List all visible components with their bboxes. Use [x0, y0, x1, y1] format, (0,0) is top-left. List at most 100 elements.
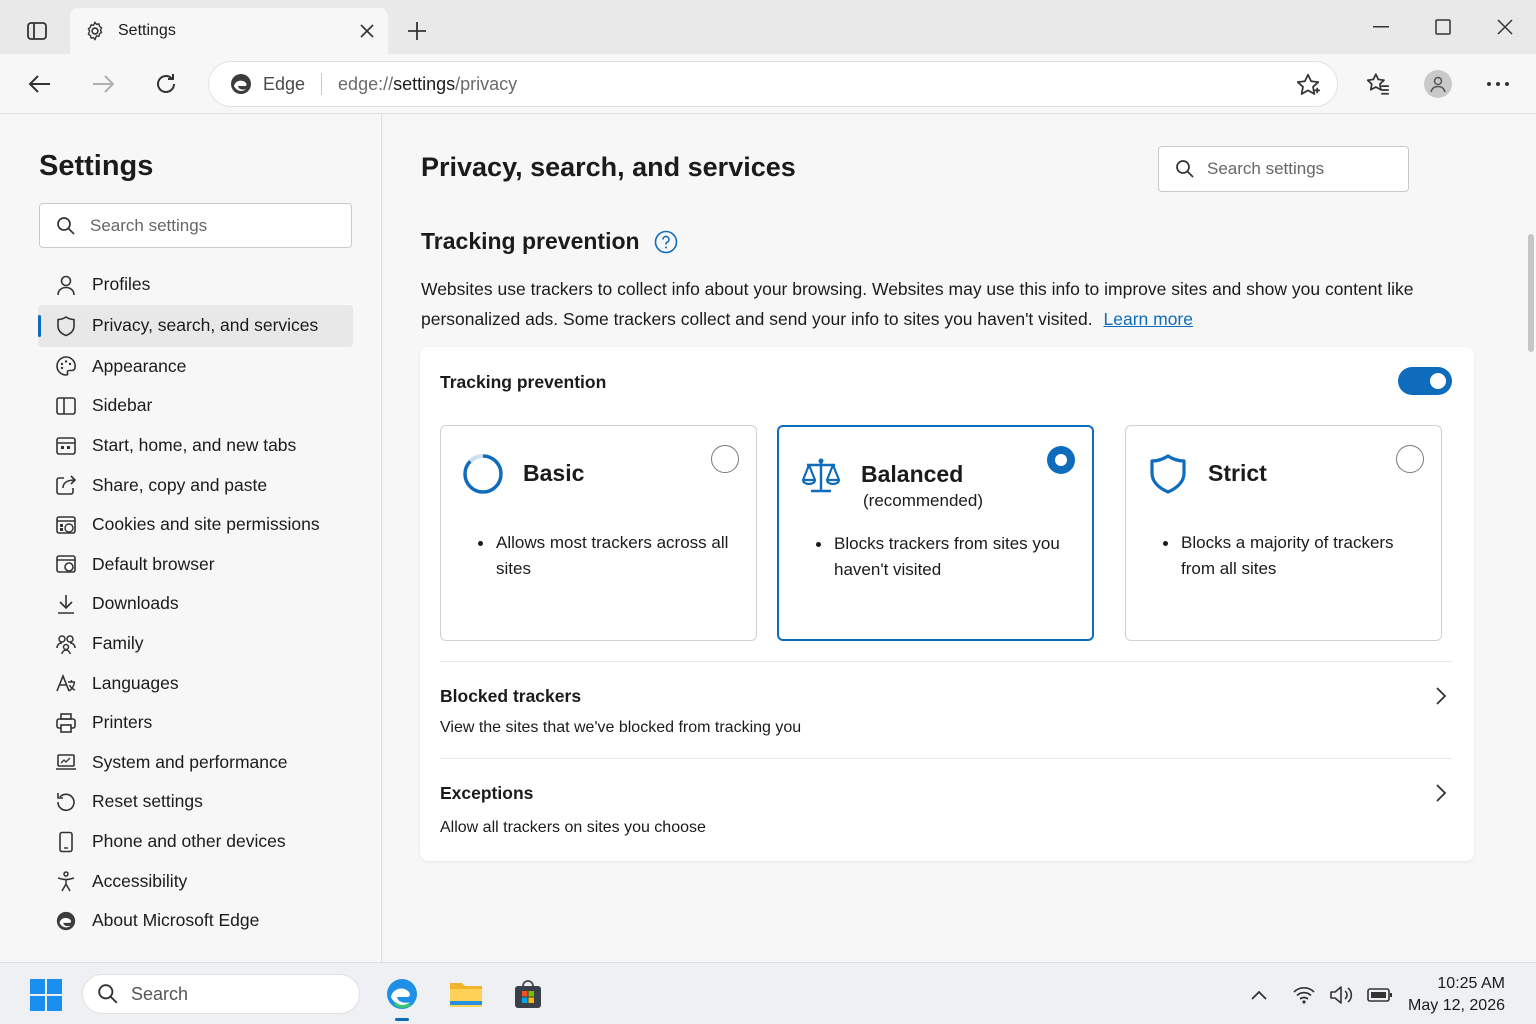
sidebar-item-languages[interactable]: Languages	[38, 663, 353, 703]
sidebar-item-reset[interactable]: Reset settings	[38, 782, 353, 822]
close-tab-icon[interactable]	[352, 16, 382, 46]
settings-main: Privacy, search, and services Search set…	[383, 114, 1536, 962]
option-basic[interactable]: Basic Allows most trackers across all si…	[440, 425, 757, 641]
radio-balanced[interactable]	[1047, 446, 1075, 474]
cookie-icon	[55, 514, 77, 536]
sidebar-item-printers[interactable]: Printers	[38, 703, 353, 743]
refresh-button[interactable]	[146, 64, 186, 104]
favorites-icon[interactable]	[1360, 66, 1396, 102]
file-explorer-icon[interactable]	[447, 975, 485, 1013]
forward-button[interactable]	[83, 64, 123, 104]
sidebar-search-input[interactable]: Search settings	[39, 203, 352, 248]
settings-sidebar: Settings Search settings Profiles Privac…	[0, 114, 382, 962]
new-tab-button[interactable]	[400, 14, 434, 48]
taskbar-search[interactable]: Search	[82, 974, 360, 1014]
address-url: edge://settings/privacy	[338, 73, 518, 94]
sidebar-icon	[55, 395, 77, 417]
sidebar-title: Settings	[39, 150, 154, 182]
edge-taskbar-icon[interactable]	[383, 975, 421, 1021]
learn-more-link[interactable]: Learn more	[1104, 309, 1194, 329]
laptop-icon	[55, 751, 77, 773]
download-icon	[55, 593, 77, 615]
option-name: Basic	[523, 460, 585, 486]
sidebar-nav: Profiles Privacy, search, and services A…	[38, 265, 353, 941]
tab-actions-icon[interactable]	[18, 14, 56, 48]
home-tabs-icon	[55, 435, 77, 457]
option-subtitle: (recommended)	[863, 491, 983, 510]
clock-date: May 12, 2026	[1408, 997, 1505, 1014]
search-icon	[97, 983, 119, 1005]
row-title: Exceptions	[440, 783, 534, 803]
edge-logo-icon	[55, 910, 77, 932]
option-bullet: Blocks trackers from sites you haven't v…	[816, 531, 1074, 583]
radio-basic[interactable]	[711, 445, 739, 473]
shield-icon	[55, 315, 77, 337]
option-name: Balanced	[861, 461, 964, 487]
edge-logo-icon	[229, 72, 253, 96]
page-title: Privacy, search, and services	[421, 152, 796, 182]
languages-icon	[55, 672, 77, 694]
row-description: View the sites that we've blocked from t…	[440, 719, 802, 736]
option-bullet: Allows most trackers across all sites	[478, 530, 736, 582]
browser-icon	[55, 553, 77, 575]
search-icon	[56, 216, 76, 236]
sidebar-item-default-browser[interactable]: Default browser	[38, 545, 353, 585]
main-search-input[interactable]: Search settings	[1158, 146, 1409, 192]
chevron-right-icon	[1430, 783, 1450, 803]
maximize-button[interactable]	[1412, 0, 1474, 54]
wifi-icon[interactable]	[1291, 982, 1317, 1008]
exceptions-row[interactable]: Exceptions Allow all trackers on sites y…	[440, 758, 1452, 858]
favorite-star-icon[interactable]	[1295, 72, 1321, 98]
windows-start-icon[interactable]	[30, 979, 62, 1011]
browser-tab[interactable]: Settings	[70, 8, 388, 54]
phone-icon	[55, 831, 77, 853]
taskbar-clock[interactable]: 10:25 AM May 12, 2026	[1408, 973, 1505, 1017]
microsoft-store-icon[interactable]	[509, 975, 547, 1013]
option-bullet: Blocks a majority of trackers from all s…	[1163, 530, 1421, 582]
section-description: Websites use trackers to collect info ab…	[421, 279, 1414, 329]
search-icon	[1175, 159, 1195, 179]
browser-toolbar: Edge edge://settings/privacy	[0, 54, 1536, 114]
accessibility-icon	[55, 870, 77, 892]
basic-ring-icon	[461, 452, 505, 496]
address-bar[interactable]: Edge edge://settings/privacy	[208, 61, 1338, 107]
sidebar-item-family[interactable]: Family	[38, 624, 353, 664]
sidebar-item-privacy[interactable]: Privacy, search, and services	[38, 304, 353, 347]
help-icon[interactable]	[654, 230, 678, 254]
taskbar: Search 10:25 AM May 12, 2026	[0, 962, 1536, 1024]
option-balanced[interactable]: Balanced (recommended) Blocks trackers f…	[777, 425, 1094, 641]
section-title: Tracking prevention	[421, 228, 678, 255]
sidebar-item-downloads[interactable]: Downloads	[38, 584, 353, 624]
profile-avatar[interactable]	[1420, 66, 1456, 102]
share-icon	[55, 474, 77, 496]
scrollbar[interactable]	[1528, 234, 1534, 352]
sidebar-item-cookies[interactable]: Cookies and site permissions	[38, 505, 353, 545]
chevron-up-icon[interactable]	[1246, 982, 1272, 1008]
person-icon	[55, 274, 77, 296]
back-button[interactable]	[20, 64, 60, 104]
sidebar-item-about[interactable]: About Microsoft Edge	[38, 901, 353, 941]
sidebar-item-profiles[interactable]: Profiles	[38, 265, 353, 305]
more-options-icon[interactable]	[1480, 66, 1516, 102]
clock-time: 10:25 AM	[1437, 975, 1505, 992]
battery-icon[interactable]	[1367, 982, 1393, 1008]
sidebar-item-accessibility[interactable]: Accessibility	[38, 861, 353, 901]
sidebar-item-start-home[interactable]: Start, home, and new tabs	[38, 426, 353, 466]
card-heading: Tracking prevention	[440, 372, 607, 392]
title-bar: Settings	[0, 0, 1536, 54]
radio-strict[interactable]	[1396, 445, 1424, 473]
shield-icon	[1146, 452, 1190, 496]
printer-icon	[55, 712, 77, 734]
sidebar-item-phone[interactable]: Phone and other devices	[38, 822, 353, 862]
sidebar-item-appearance[interactable]: Appearance	[38, 347, 353, 387]
sidebar-item-system[interactable]: System and performance	[38, 743, 353, 783]
gear-icon	[84, 20, 106, 42]
close-window-button[interactable]	[1474, 0, 1536, 54]
option-strict[interactable]: Strict Blocks a majority of trackers fro…	[1125, 425, 1442, 641]
tracking-prevention-toggle[interactable]	[1398, 367, 1452, 395]
sidebar-item-sidebar[interactable]: Sidebar	[38, 386, 353, 426]
blocked-trackers-row[interactable]: Blocked trackers View the sites that we'…	[440, 661, 1452, 758]
sidebar-item-share[interactable]: Share, copy and paste	[38, 465, 353, 505]
minimize-button[interactable]	[1350, 0, 1412, 54]
volume-icon[interactable]	[1329, 982, 1355, 1008]
